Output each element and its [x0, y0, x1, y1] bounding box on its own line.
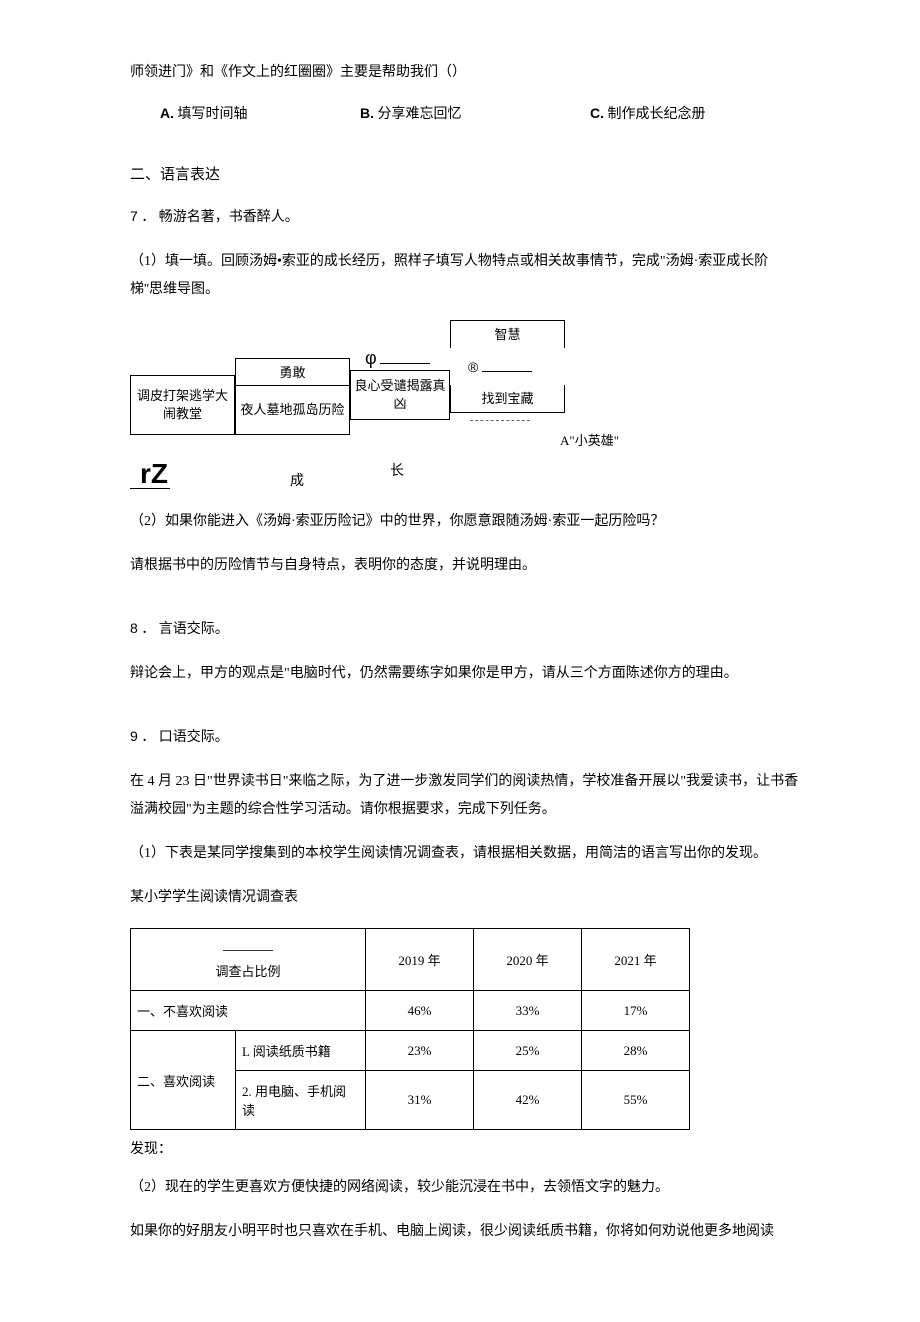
option-a-text: 填写时间轴	[178, 107, 248, 122]
q7-part2b: 请根据书中的历险情节与自身特点，表明你的态度，并说明理由。	[130, 552, 800, 580]
q7-heading: 7 ． 畅游名著，书香醉人。	[130, 202, 800, 232]
step4-trait: 智慧	[450, 320, 565, 348]
cell: 17%	[582, 991, 690, 1031]
z-label: rZ	[140, 458, 168, 490]
step4-event: 找到宝藏	[450, 385, 565, 413]
row1-label: 一、不喜欢阅读	[131, 991, 366, 1031]
continuation-line: 师领进门》和《作文上的红圈圈》主要是帮助我们（）	[130, 60, 800, 85]
header-label-cell: 调查占比例	[131, 929, 366, 991]
dashed-line	[470, 420, 530, 421]
q8-title: 言语交际。	[159, 622, 229, 637]
q7-number: 7	[130, 208, 138, 224]
table-row: 二、喜欢阅读 L 阅读纸质书籍 23% 25% 28%	[131, 1031, 690, 1071]
table-row: 一、不喜欢阅读 46% 33% 17%	[131, 991, 690, 1031]
step3-blank: φ	[365, 348, 430, 369]
step4-blank: ®	[468, 358, 532, 376]
option-b: B. 分享难忘回忆	[360, 103, 590, 123]
col-2020: 2020 年	[474, 929, 582, 991]
option-a-label: A.	[160, 105, 174, 121]
step1-box: 调皮打架逃学大闹教堂	[130, 375, 235, 435]
q9-part2a: （2）现在的学生更喜欢方便快捷的网络阅读，较少能沉浸在书中，去领悟文字的魅力。	[130, 1174, 800, 1202]
q7-part1: （1）填一填。回顾汤姆•索亚的成长经历，照样子填写人物特点或相关故事情节，完成"…	[130, 248, 800, 304]
q9-intro: 在 4 月 23 日"世界读书日"来临之际，为了进一步激发同学们的阅读热情，学校…	[130, 768, 800, 824]
q9-table-title: 某小学学生阅读情况调查表	[130, 884, 800, 912]
reading-survey-table: 调查占比例 2019 年 2020 年 2021 年 一、不喜欢阅读 46% 3…	[130, 928, 690, 1130]
cell: 25%	[474, 1031, 582, 1071]
found-label: 发现：	[130, 1136, 800, 1164]
step3-event: 良心受谴揭露真凶	[350, 370, 450, 420]
cell: 55%	[582, 1071, 690, 1130]
q9-dot: ．	[141, 730, 155, 745]
q9-title: 口语交际。	[159, 730, 229, 745]
cell: 46%	[366, 991, 474, 1031]
blank-line-2	[482, 358, 532, 372]
section-2-heading: 二、语言表达	[130, 163, 800, 184]
reg-symbol: ®	[468, 359, 478, 375]
option-b-label: B.	[360, 105, 374, 121]
q9-part1: （1）下表是某同学搜集到的本校学生阅读情况调查表，请根据相关数据，用简洁的语言写…	[130, 840, 800, 868]
cell: 28%	[582, 1031, 690, 1071]
col-2019: 2019 年	[366, 929, 474, 991]
zhang-char: 长	[390, 460, 404, 480]
mc-options: A. 填写时间轴 B. 分享难忘回忆 C. 制作成长纪念册	[130, 103, 800, 123]
phi-symbol: φ	[365, 348, 377, 368]
underline-z	[130, 488, 170, 489]
col-2021: 2021 年	[582, 929, 690, 991]
blank-line-1	[380, 350, 430, 364]
q7-dot: ．	[141, 210, 155, 225]
row2a-label: L 阅读纸质书籍	[236, 1031, 366, 1071]
option-a: A. 填写时间轴	[160, 103, 360, 123]
header-blank	[223, 939, 273, 951]
q7-part2a: （2）如果你能进入《汤姆·索亚历险记》中的世界，你愿意跟随汤姆·索亚一起历险吗？	[130, 508, 800, 536]
q8-dot: ．	[141, 622, 155, 637]
row2b-label: 2. 用电脑、手机阅读	[236, 1071, 366, 1130]
step2-event: 夜人墓地孤岛历险	[235, 385, 350, 435]
option-c-text: 制作成长纪念册	[608, 107, 706, 122]
option-c-label: C.	[590, 105, 604, 121]
option-b-text: 分享难忘回忆	[378, 107, 462, 122]
option-c: C. 制作成长纪念册	[590, 103, 790, 123]
q8-body: 辩论会上，甲方的观点是"电脑时代，仍然需要练字如果你是甲方，请从三个方面陈述你方…	[130, 660, 800, 688]
hero-label: A"小英雄"	[560, 430, 619, 449]
growth-ladder-diagram: 调皮打架逃学大闹教堂 勇敢 夜人墓地孤岛历险 φ 良心受谴揭露真凶 智慧 ® 找…	[130, 320, 690, 490]
cell: 33%	[474, 991, 582, 1031]
step2-trait: 勇敢	[235, 358, 350, 386]
q7-title: 畅游名著，书香醉人。	[159, 210, 299, 225]
cheng-char: 成	[290, 470, 304, 490]
cell: 23%	[366, 1031, 474, 1071]
cell: 42%	[474, 1071, 582, 1130]
row2-label: 二、喜欢阅读	[131, 1031, 236, 1130]
q9-part2b: 如果你的好朋友小明平时也只喜欢在手机、电脑上阅读，很少阅读纸质书籍，你将如何劝说…	[130, 1218, 800, 1246]
cell: 31%	[366, 1071, 474, 1130]
header-label: 调查占比例	[139, 961, 357, 980]
q9-number: 9	[130, 728, 138, 744]
q8-heading: 8 ． 言语交际。	[130, 614, 800, 644]
q8-number: 8	[130, 620, 138, 636]
table-header-row: 调查占比例 2019 年 2020 年 2021 年	[131, 929, 690, 991]
q9-heading: 9 ． 口语交际。	[130, 722, 800, 752]
